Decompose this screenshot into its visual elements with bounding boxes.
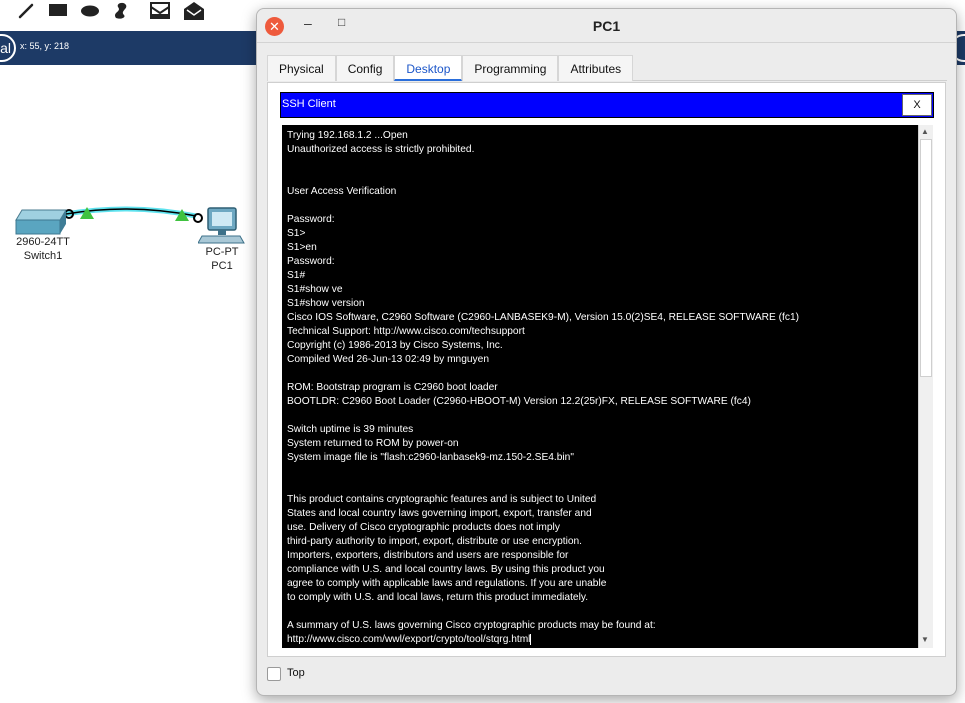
ssh-close-button[interactable]: X [902,94,932,116]
terminal-line: System image file is "flash:c2960-lanbas… [287,452,574,463]
terminal-line: Password: [287,214,335,225]
rectangle-icon[interactable] [44,0,72,24]
terminal-line: User Access Verification [287,186,397,197]
terminal-line: This product contains cryptographic feat… [287,494,597,505]
pc-icon[interactable] [198,206,246,246]
ssh-client-title: SSH Client [282,98,336,110]
terminal-line: Technical Support: http://www.cisco.com/… [287,326,525,337]
device-tab-bar: Physical Config Desktop Programming Attr… [267,55,947,81]
ssh-client-header: SSH Client X [280,92,934,118]
switch-icon[interactable] [14,206,70,238]
terminal-cursor [530,633,532,645]
desktop-panel: SSH Client X Trying 192.168.1.2 ...Open U… [267,82,946,657]
terminal-line: agree to comply with applicable laws and… [287,578,607,589]
cursor-coordinates: x: 55, y: 218 [20,41,70,51]
terminal-line: compliance with U.S. and local country l… [287,564,605,575]
logical-mode-button[interactable]: al [0,34,16,62]
pc1-name-label: PC1 [211,260,233,272]
switch1-model-label: 2960-24TT [16,236,70,248]
tab-config[interactable]: Config [335,55,395,81]
terminal-line: Trying 192.168.1.2 ...Open [287,130,408,141]
terminal-line: use. Delivery of Cisco cryptographic pro… [287,522,560,533]
window-titlebar[interactable]: ✕ – □ PC1 [257,9,956,43]
terminal-line: A summary of U.S. laws governing Cisco c… [287,620,656,631]
tab-physical[interactable]: Physical [267,55,336,81]
link-status-up-icon [80,207,94,219]
scroll-up-icon[interactable]: ▲ [921,127,929,136]
terminal-line: to comply with U.S. and local laws, retu… [287,592,589,603]
top-checkbox[interactable] [267,667,281,681]
terminal-line: States and local country laws governing … [287,508,592,519]
scroll-thumb[interactable] [920,139,932,377]
terminal-line: Copyright (c) 1986-2013 by Cisco Systems… [287,340,503,351]
tab-programming[interactable]: Programming [462,55,559,81]
open-envelope-icon[interactable] [180,0,208,24]
inbox-icon[interactable] [146,0,174,24]
pc1-model-label: PC-PT [205,246,239,258]
freeform-icon[interactable] [108,0,136,24]
terminal-line: S1#show version [287,298,365,309]
terminal-line: Unauthorized access is strictly prohibit… [287,144,475,155]
terminal-line: System returned to ROM by power-on [287,438,459,449]
tab-desktop[interactable]: Desktop [394,55,463,81]
tab-attributes[interactable]: Attributes [558,55,634,81]
pc1-device-window: ✕ – □ PC1 Physical Config Desktop Progra… [256,8,957,696]
window-title: PC1 [592,18,621,34]
terminal-scrollbar[interactable]: ▲ ▼ [918,125,933,648]
scroll-down-icon[interactable]: ▼ [921,635,929,644]
terminal-line: Compiled Wed 26-Jun-13 02:49 by mnguyen [287,354,489,365]
terminal-line: S1>en [287,242,317,253]
terminal-line: S1# [287,270,306,281]
terminal-line: ROM: Bootstrap program is C2960 boot loa… [287,382,498,393]
terminal-line: http://www.cisco.com/wwl/export/crypto/t… [287,633,532,645]
top-checkbox-label: Top [287,667,305,679]
terminal-line: BOOTLDR: C2960 Boot Loader (C2960-HBOOT-… [287,396,751,407]
terminal-line: Cisco IOS Software, C2960 Software (C296… [287,312,800,323]
drawing-toolbar [0,0,270,28]
terminal-line: Switch uptime is 39 minutes [287,424,414,435]
ssh-terminal[interactable]: Trying 192.168.1.2 ...Open Unauthorized a… [282,125,918,648]
ellipse-icon[interactable] [76,0,104,24]
terminal-line: Password: [287,256,335,267]
terminal-line: third-party authority to import, export,… [287,536,583,547]
line-icon[interactable] [14,0,42,24]
link-status-up-icon [175,209,189,221]
switch1-name-label: Switch1 [23,250,63,262]
terminal-line: S1#show ve [287,284,343,295]
terminal-line: S1> [287,228,306,239]
terminal-line: Importers, exporters, distributors and u… [287,550,569,561]
